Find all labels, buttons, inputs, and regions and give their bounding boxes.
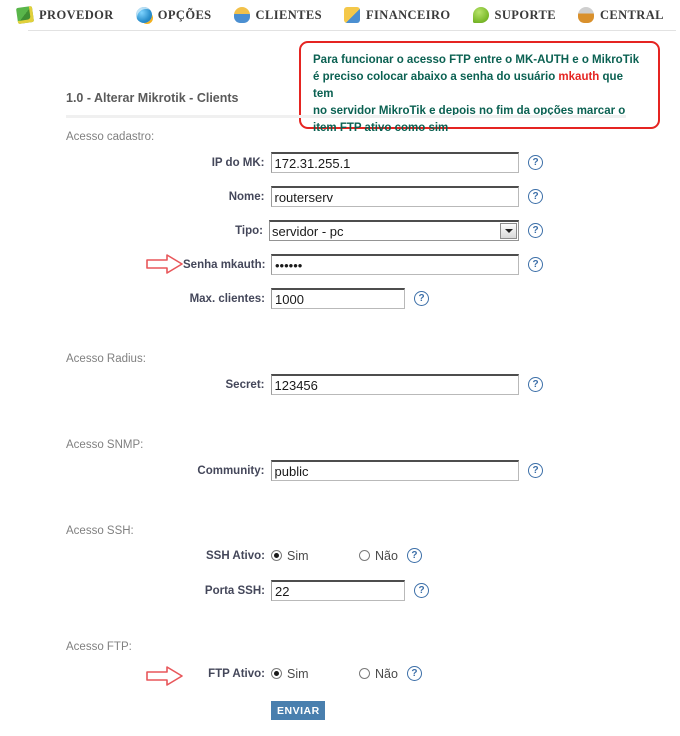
nav-item-opcoes[interactable]: OPÇÕES <box>135 7 212 23</box>
ssh-ativo-sim-label: Sim <box>287 548 309 563</box>
field-row-senha-mkauth: Senha mkauth: ? <box>183 254 543 275</box>
nav-item-clientes[interactable]: CLIENTES <box>233 7 322 23</box>
help-icon-ip-mk[interactable]: ? <box>528 155 543 170</box>
nav-label-central: CENTRAL <box>599 7 664 22</box>
tipo-select-wrapper: servidor - pc <box>269 220 519 241</box>
label-secret: Secret: <box>225 378 265 391</box>
callout-line-2a: é preciso colocar abaixo a senha do usuá… <box>313 71 559 83</box>
callout-highlight-user: mkauth <box>558 71 600 83</box>
callout-line-1: Para funcionar o acesso FTP entre o MK-A… <box>313 54 640 66</box>
nav-item-provedor[interactable]: PROVEDOR <box>15 5 114 25</box>
central-operator-icon <box>577 7 594 23</box>
provider-icon <box>15 5 35 25</box>
help-icon-ftp-ativo[interactable]: ? <box>406 666 422 681</box>
section-label-radius: Acesso Radius: <box>66 353 146 365</box>
help-icon-max-clientes[interactable]: ? <box>414 291 429 306</box>
ssh-ativo-radio-nao[interactable]: Não <box>359 549 398 563</box>
ftp-ativo-sim-label: Sim <box>287 666 309 681</box>
label-max-clientes: Max. clientes: <box>189 292 265 305</box>
label-senha-mkauth: Senha mkauth: <box>183 258 266 271</box>
field-row-tipo: Tipo: servidor - pc ? <box>183 220 543 241</box>
nav-item-financeiro[interactable]: FINANCEIRO <box>343 7 451 23</box>
support-bubble-icon <box>472 7 489 23</box>
nav-label-opcoes: OPÇÕES <box>157 7 212 22</box>
field-row-ip-mk: IP do MK: ? <box>183 152 543 173</box>
submit-button[interactable]: ENVIAR <box>271 701 325 720</box>
annotation-arrow-senha <box>146 254 184 274</box>
radio-indicator-ftp-nao <box>359 668 370 679</box>
help-icon-tipo[interactable]: ? <box>528 223 543 238</box>
help-icon-porta-ssh[interactable]: ? <box>414 583 429 598</box>
secret-input[interactable] <box>270 374 519 395</box>
radio-indicator-ssh-sim <box>271 550 282 561</box>
field-row-secret: Secret: ? <box>183 374 543 395</box>
nav-label-clientes: CLIENTES <box>255 7 322 22</box>
nav-divider <box>28 30 676 31</box>
label-community: Community: <box>197 464 265 477</box>
field-row-ssh-ativo: SSH Ativo: Sim Não ? <box>183 548 443 563</box>
label-tipo: Tipo: <box>235 224 263 237</box>
nav-label-financeiro: FINANCEIRO <box>365 7 451 22</box>
nav-label-provedor: PROVEDOR <box>39 7 114 22</box>
tipo-select[interactable]: servidor - pc <box>269 220 519 241</box>
community-input[interactable] <box>270 460 519 481</box>
title-divider <box>66 115 626 118</box>
help-icon-nome[interactable]: ? <box>528 189 543 204</box>
section-label-cadastro: Acesso cadastro: <box>66 131 155 143</box>
label-nome: Nome: <box>228 190 265 203</box>
radio-indicator-ftp-sim <box>271 668 282 679</box>
ssh-ativo-radio-sim[interactable]: Sim <box>271 549 359 563</box>
label-porta-ssh: Porta SSH: <box>204 584 265 597</box>
label-ip-mk: IP do MK: <box>211 156 265 169</box>
field-row-nome: Nome: ? <box>183 186 543 207</box>
top-navigation: PROVEDOR OPÇÕES CLIENTES FINANCEIRO SUPO… <box>0 0 680 30</box>
senha-mkauth-input[interactable] <box>271 254 519 275</box>
nav-label-suporte: SUPORTE <box>494 7 556 22</box>
label-ftp-ativo: FTP Ativo: <box>208 667 265 680</box>
section-label-ssh: Acesso SSH: <box>66 525 134 537</box>
field-row-porta-ssh: Porta SSH: ? <box>183 580 443 601</box>
finance-icon <box>343 7 360 23</box>
page-root: PROVEDOR OPÇÕES CLIENTES FINANCEIRO SUPO… <box>0 0 680 736</box>
ftp-ativo-radio-nao[interactable]: Não <box>359 667 398 681</box>
page-title: 1.0 - Alterar Mikrotik - Clients <box>66 91 239 105</box>
field-row-ftp-ativo: FTP Ativo: Sim Não ? <box>183 666 443 681</box>
nav-item-suporte[interactable]: SUPORTE <box>472 7 556 23</box>
help-icon-ssh-ativo[interactable]: ? <box>406 548 422 563</box>
porta-ssh-input[interactable] <box>271 580 405 601</box>
nav-item-central[interactable]: CENTRAL <box>577 7 664 23</box>
help-icon-senha-mkauth[interactable]: ? <box>528 257 543 272</box>
field-row-community: Community: ? <box>183 460 543 481</box>
ftp-ativo-nao-label: Não <box>375 666 398 681</box>
options-globe-icon <box>135 7 152 23</box>
help-icon-community[interactable]: ? <box>528 463 543 478</box>
clients-user-icon <box>233 7 250 23</box>
nome-input[interactable] <box>270 186 519 207</box>
field-row-max-clientes: Max. clientes: ? <box>183 288 443 309</box>
annotation-arrow-ftp <box>146 666 184 686</box>
max-clientes-input[interactable] <box>271 288 405 309</box>
help-icon-secret[interactable]: ? <box>528 377 543 392</box>
ssh-ativo-nao-label: Não <box>375 548 398 563</box>
label-ssh-ativo: SSH Ativo: <box>206 549 265 562</box>
radio-indicator-ssh-nao <box>359 550 370 561</box>
ftp-ativo-radio-sim[interactable]: Sim <box>271 667 359 681</box>
callout-line-4: item FTP ativo como sim <box>313 122 449 134</box>
ip-mk-input[interactable] <box>270 152 519 173</box>
section-label-snmp: Acesso SNMP: <box>66 439 144 451</box>
section-label-ftp: Acesso FTP: <box>66 641 132 653</box>
